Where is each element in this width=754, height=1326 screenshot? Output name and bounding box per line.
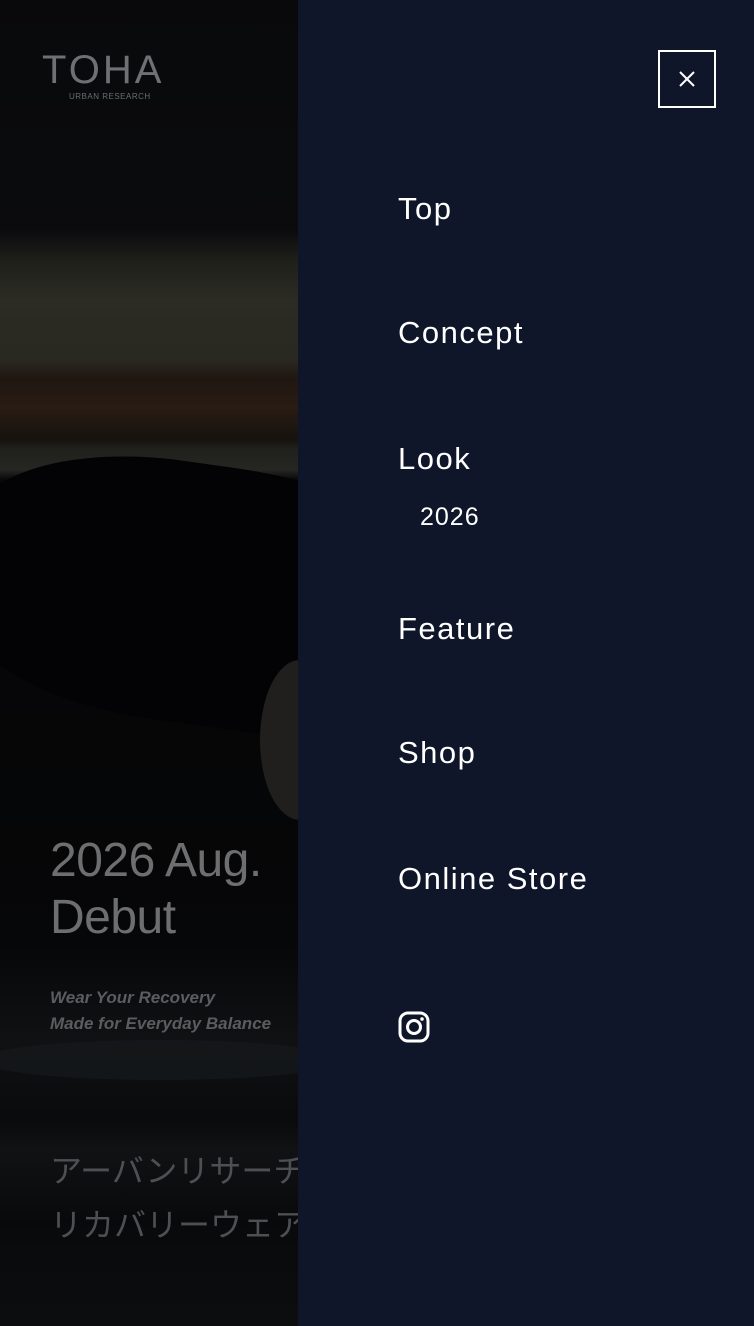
hero-tagline: Wear Your Recovery Made for Everyday Bal… xyxy=(50,985,271,1037)
nav-item-concept[interactable]: Concept xyxy=(398,315,524,351)
nav-item-feature[interactable]: Feature xyxy=(398,611,515,647)
instagram-icon xyxy=(398,1011,430,1043)
logo-wordmark: TOHA xyxy=(42,48,165,92)
nav-subitem-2026[interactable]: 2026 xyxy=(420,502,480,532)
logo-subtext: URBAN RESEARCH xyxy=(69,92,151,101)
hero-japanese-text: アーバンリサーチ リカバリーウェア xyxy=(50,1144,306,1252)
nav-item-shop[interactable]: Shop xyxy=(398,735,476,771)
instagram-link[interactable] xyxy=(398,1011,430,1043)
hero-title: 2026 Aug. Debut xyxy=(50,834,262,944)
nav-item-look[interactable]: Look xyxy=(398,441,471,477)
site-logo[interactable]: TOHA URBAN RESEARCH xyxy=(42,48,165,101)
close-menu-button[interactable] xyxy=(658,50,716,108)
jp-line: アーバンリサーチ xyxy=(50,1153,306,1189)
nav-menu-panel: Top Concept Look 2026 Feature Shop Onlin… xyxy=(298,0,754,1326)
close-icon xyxy=(679,71,695,87)
tagline-line: Made for Everyday Balance xyxy=(50,1014,272,1033)
nav-item-top[interactable]: Top xyxy=(398,191,452,227)
tagline-line: Wear Your Recovery xyxy=(50,988,216,1007)
jp-line: リカバリーウェア xyxy=(50,1207,307,1243)
nav-item-online-store[interactable]: Online Store xyxy=(398,861,588,897)
